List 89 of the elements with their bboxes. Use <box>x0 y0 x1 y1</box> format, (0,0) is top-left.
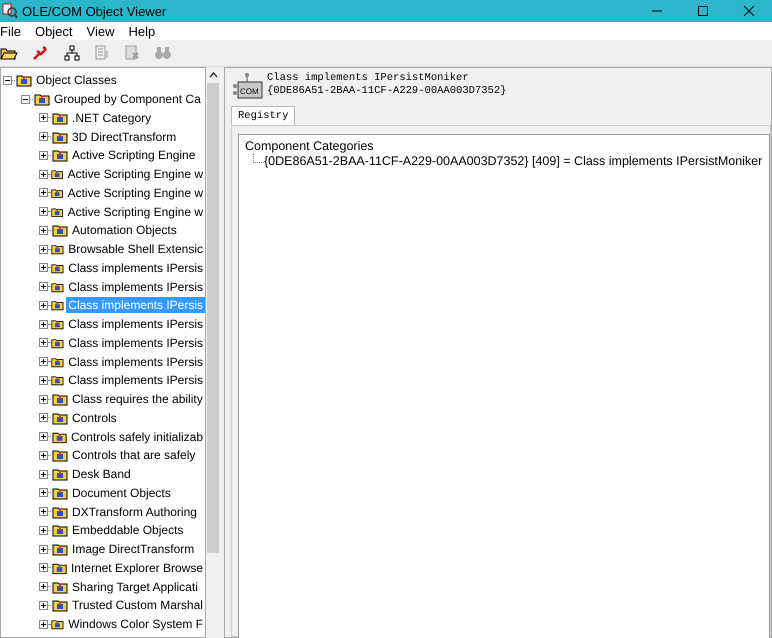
expand-toggle[interactable] <box>39 394 48 404</box>
menu-item[interactable]: Help <box>128 24 156 38</box>
expand-toggle[interactable] <box>39 244 48 254</box>
folder-icon <box>52 130 68 144</box>
tree-item[interactable]: Active Scripting Engine w <box>66 166 205 182</box>
expand-toggle[interactable] <box>39 357 48 366</box>
folder-icon <box>52 580 68 594</box>
tree-item[interactable]: 3D DirectTransform <box>70 128 178 145</box>
tree-item[interactable]: .NET Category <box>70 110 154 126</box>
maximize-icon <box>697 5 709 17</box>
app-icon <box>2 3 18 19</box>
collapse-toggle[interactable] <box>3 76 12 85</box>
folder-icon <box>52 110 68 125</box>
expand-toggle[interactable] <box>39 376 48 385</box>
clsid-text: {0DE86A51-2BAA-11CF-A229-00AA003D7352} <box>267 85 506 98</box>
tree-item[interactable]: DXTransform Authoring <box>70 504 199 520</box>
registry-key[interactable]: Component Categories <box>245 139 763 153</box>
expand-toggle[interactable] <box>39 600 48 610</box>
tab[interactable]: Registry <box>231 106 296 125</box>
expand-toggle[interactable] <box>39 582 48 592</box>
expand-toggle[interactable] <box>39 226 48 235</box>
folder-icon <box>34 92 50 106</box>
tree-item[interactable]: Object Classes <box>34 72 119 88</box>
tree-item[interactable]: Document Objects <box>70 484 173 501</box>
expand-toggle[interactable] <box>39 526 48 535</box>
tree-item[interactable]: Internet Explorer Browse <box>68 560 205 576</box>
expand-toggle[interactable] <box>39 488 48 498</box>
expand-toggle[interactable] <box>39 432 48 442</box>
tree-item[interactable]: Controls safely initializab <box>68 428 205 445</box>
collapse-toggle[interactable] <box>21 94 30 104</box>
tree-item[interactable]: Class implements IPersis <box>66 316 205 332</box>
expand-toggle[interactable] <box>39 263 48 272</box>
tree-item[interactable]: Controls that are safely <box>70 447 198 464</box>
tree-item[interactable]: Sharing Target Applicati <box>70 578 200 595</box>
expand-toggle[interactable] <box>39 507 48 516</box>
tree-item[interactable]: Trusted Custom Marshal <box>70 597 205 614</box>
window-title: OLE/COM Object Viewer <box>22 4 168 18</box>
tree-item[interactable]: Class implements IPersis <box>66 278 205 295</box>
menu-item[interactable]: View <box>86 24 114 38</box>
tree-item[interactable]: Class implements IPersis <box>66 372 205 388</box>
tree-item[interactable]: Embeddable Objects <box>70 522 186 538</box>
class-name: Class implements IPersistMoniker <box>267 72 470 85</box>
tree-item[interactable]: Active Scripting Engine w <box>66 204 205 220</box>
tree-item[interactable]: Controls <box>70 410 119 426</box>
folder-icon <box>52 523 68 538</box>
tree-item[interactable]: Automation Objects <box>70 222 179 238</box>
tree-item[interactable]: Active Scripting Engine w <box>66 184 205 201</box>
tree-item[interactable]: Class implements IPersis <box>66 354 205 370</box>
tree-item[interactable]: Desk Band <box>70 466 133 482</box>
folder-icon <box>52 598 68 612</box>
expand-toggle[interactable] <box>39 170 48 179</box>
menu-item[interactable]: File <box>0 24 21 38</box>
expand-toggle[interactable] <box>39 207 48 216</box>
expand-toggle[interactable] <box>39 413 48 422</box>
tree-item[interactable]: Image DirectTransform <box>70 541 196 558</box>
tree-item[interactable]: Class requires the ability <box>70 391 205 408</box>
folder-icon <box>52 392 68 406</box>
folder-icon <box>52 448 68 462</box>
folder-icon <box>52 148 68 162</box>
folder-icon <box>52 223 68 238</box>
expand-toggle[interactable] <box>39 338 48 348</box>
expand-toggle[interactable] <box>39 132 48 142</box>
tree-item[interactable]: Windows Color System F <box>66 616 205 632</box>
folder-icon <box>52 542 68 556</box>
folder-icon <box>52 504 68 519</box>
expand-toggle[interactable] <box>39 620 48 629</box>
expand-toggle[interactable] <box>39 188 48 198</box>
tree-item[interactable]: Browsable Shell Extensic <box>66 241 205 258</box>
hierarchy-icon[interactable] <box>64 45 80 61</box>
menu-item[interactable]: Object <box>34 24 73 38</box>
registry-entry[interactable]: {0DE86A51-2BAA-11CF-A229-00AA003D7352} [409] = Class implements IPersistMoniker <box>264 154 762 168</box>
expand-toggle[interactable] <box>39 450 48 460</box>
tree-item[interactable]: Class implements IPersis <box>66 334 205 351</box>
expand-toggle[interactable] <box>39 282 48 292</box>
expand-toggle[interactable] <box>39 113 48 122</box>
expand-toggle[interactable] <box>39 470 48 479</box>
folder-icon <box>16 73 32 88</box>
folder-icon <box>52 410 68 425</box>
expand-toggle[interactable] <box>39 544 48 554</box>
expand-toggle[interactable] <box>39 563 48 572</box>
tree-item[interactable]: Grouped by Component Ca <box>52 91 203 108</box>
folder-icon <box>52 486 68 500</box>
folder-icon <box>52 467 68 482</box>
expand-toggle[interactable] <box>39 150 48 160</box>
tree-item[interactable]: Class implements IPersis <box>66 260 205 276</box>
expand-toggle[interactable] <box>39 300 48 310</box>
tree-item[interactable]: Active Scripting Engine <box>70 147 198 164</box>
close-icon <box>743 5 755 17</box>
expand-toggle[interactable] <box>39 320 48 329</box>
